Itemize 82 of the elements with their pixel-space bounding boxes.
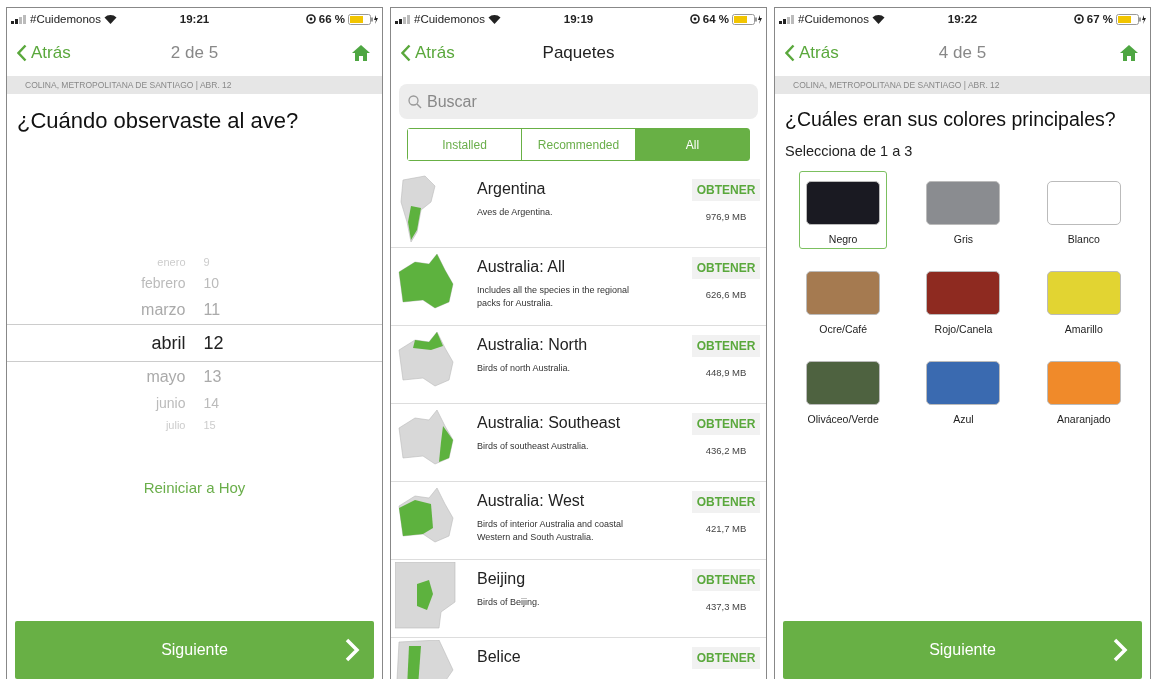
package-description: Birds of southeast Australia. [477,440,590,453]
screen-title: Paquetes [542,43,615,63]
search-field[interactable]: Buscar [399,84,758,119]
package-name: Belice [477,648,522,666]
package-size: 626,6 MB [705,289,747,300]
package-name: Argentina [477,180,547,198]
package-description: Includes all the species in the regional packs for Australia. [477,284,631,310]
picker-month: marzo [140,300,186,319]
wifi-icon [103,14,117,24]
package-name: Beijing [477,570,527,588]
home-icon[interactable] [352,45,370,61]
get-button[interactable]: OBTENER [691,257,761,279]
package-description: Birds of interior Australia and coastal Western and South Australia. [477,518,625,544]
carrier-name: #Cuidemonos [414,13,485,25]
picker-day: 13 [203,367,382,386]
battery-icon [1116,13,1146,25]
status-time: 19:19 [563,13,594,25]
alarm-icon [689,14,700,24]
back-button[interactable]: Atrás [401,43,455,63]
get-button[interactable]: OBTENER [691,647,761,669]
next-button[interactable]: Siguiente [783,621,1142,679]
picker-month: febrero [140,275,186,291]
carrier-name: #Cuidemonos [30,13,101,25]
battery-icon [348,13,378,25]
signal-icon [11,14,27,24]
package-size: 448,9 MB [705,367,747,378]
wifi-icon [871,14,885,24]
picker-month: abril [150,332,186,354]
package-name: Australia: All [477,258,567,276]
get-button[interactable]: OBTENER [691,179,761,201]
reset-today-link[interactable]: Reiniciar a Hoy [137,478,252,497]
package-description: Aves de Argentina. [477,206,554,219]
get-button[interactable]: OBTENER [691,569,761,591]
picker-month: junio [154,395,186,411]
get-button[interactable]: OBTENER [691,491,761,513]
package-size: 976,9 MB [705,211,747,222]
search-icon [408,95,422,109]
carrier-name: #Cuidemonos [798,13,869,25]
location-bar: COLINA, METROPOLITANA DE SANTIAGO | ABR. 12 [775,76,1150,94]
package-size: 421,7 MB [705,523,747,534]
battery-percent: 67 % [1086,13,1113,25]
picker-day: 11 [203,300,382,319]
color-option[interactable]: Negro [799,171,888,249]
chevron-right-icon [1112,637,1128,663]
wifi-icon [487,14,501,24]
package-name: Australia: Southeast [477,414,622,432]
screen-title: 4 de 5 [938,43,987,63]
instruction-text: Selecciona de 1 a 3 [785,143,914,159]
location-bar: COLINA, METROPOLITANA DE SANTIAGO | ABR. 12 [7,76,382,94]
package-name: Australia: North [477,336,589,354]
question-heading: ¿Cuándo observaste al ave? [17,108,300,134]
picker-day: 12 [203,332,382,354]
home-icon[interactable] [1120,45,1138,61]
battery-percent: 64 % [702,13,729,25]
alarm-icon [1073,14,1084,24]
filter-tab[interactable]: All [635,129,749,160]
question-heading: ¿Cuáles eran sus colores principales? [785,108,1117,131]
chevron-left-icon [785,44,795,62]
package-size: 436,2 MB [705,445,747,456]
package-description: Birds of north Australia. [477,362,572,375]
back-button[interactable]: Atrás [17,43,71,63]
chevron-left-icon [401,44,411,62]
chevron-right-icon [344,637,360,663]
battery-percent: 66 % [318,13,345,25]
package-description: Birds of Beijing. [477,596,541,609]
alarm-icon [305,14,316,24]
signal-icon [779,14,795,24]
picker-day: 14 [203,395,382,411]
back-button[interactable]: Atrás [785,43,839,63]
status-time: 19:21 [179,13,210,25]
next-button[interactable]: Siguiente [15,621,374,679]
package-size: 437,3 MB [705,601,747,612]
picker-day: 10 [203,275,382,291]
battery-icon [732,13,762,25]
chevron-left-icon [17,44,27,62]
get-button[interactable]: OBTENER [691,413,761,435]
signal-icon [395,14,411,24]
status-time: 19:22 [947,13,978,25]
get-button[interactable]: OBTENER [691,335,761,357]
picker-month: mayo [145,367,186,386]
package-name: Australia: West [477,492,586,510]
screen-title: 2 de 5 [170,43,219,63]
